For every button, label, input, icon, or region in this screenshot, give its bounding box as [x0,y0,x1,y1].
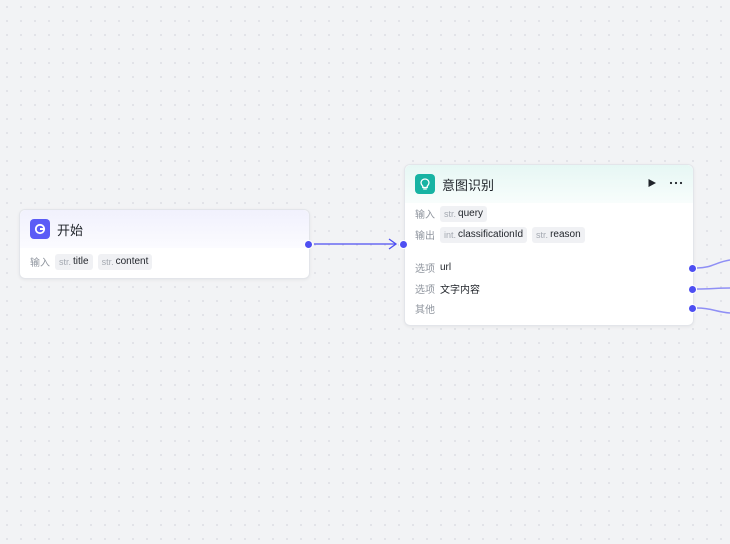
inputs-label: 输入 [30,258,50,269]
workflow-canvas[interactable]: 开始 输入 str. title str. content 意图识别 输入 st… [0,0,730,544]
input-tag: str. query [440,205,488,222]
start-node-header[interactable]: 开始 [20,210,309,248]
intent-option-row: 选项 文字内容 [405,278,693,299]
option-value: url [440,262,452,273]
option-value: 文字内容 [440,285,480,296]
intent-node-title: 意图识别 [442,177,495,193]
edge-option-text [696,287,730,290]
option-other-handle[interactable] [688,304,697,313]
intent-node[interactable]: 意图识别 输入 str. query 输出 int. classificationI… [404,164,694,326]
start-output-handle[interactable] [304,240,313,249]
option-label: 其他 [415,304,435,316]
intent-outputs-row: 输出 int. classificationId str. reason [405,224,693,245]
start-node-inputs-row: 输入 str. title str. content [20,251,309,272]
intent-option-row: 选项 url [405,257,693,278]
intent-node-header[interactable]: 意图识别 [405,165,693,203]
intent-option-row: 其他 [405,299,693,317]
more-icon[interactable] [669,178,683,191]
inputs-label: 输入 [415,210,435,221]
output-tag: str. reason [532,226,585,243]
play-icon[interactable] [647,178,657,191]
input-tag: str. title [55,253,93,270]
outputs-label: 输出 [415,231,435,242]
edge-option-other [696,307,730,314]
start-node-title: 开始 [57,222,84,238]
intent-bulb-icon [415,174,435,194]
start-node[interactable]: 开始 输入 str. title str. content [19,209,310,279]
intent-inputs-row: 输入 str. query [405,203,693,224]
option-label: 选项 [415,285,435,296]
edge-arrowhead [388,238,398,250]
option-url-handle[interactable] [688,264,697,273]
intent-input-handle[interactable] [399,240,408,249]
edge-option-url [696,259,730,269]
input-tag: str. content [97,253,153,270]
start-node-icon [30,219,50,239]
option-text-handle[interactable] [688,285,697,294]
output-tag: int. classificationId [440,226,528,243]
option-label: 选项 [415,264,435,275]
